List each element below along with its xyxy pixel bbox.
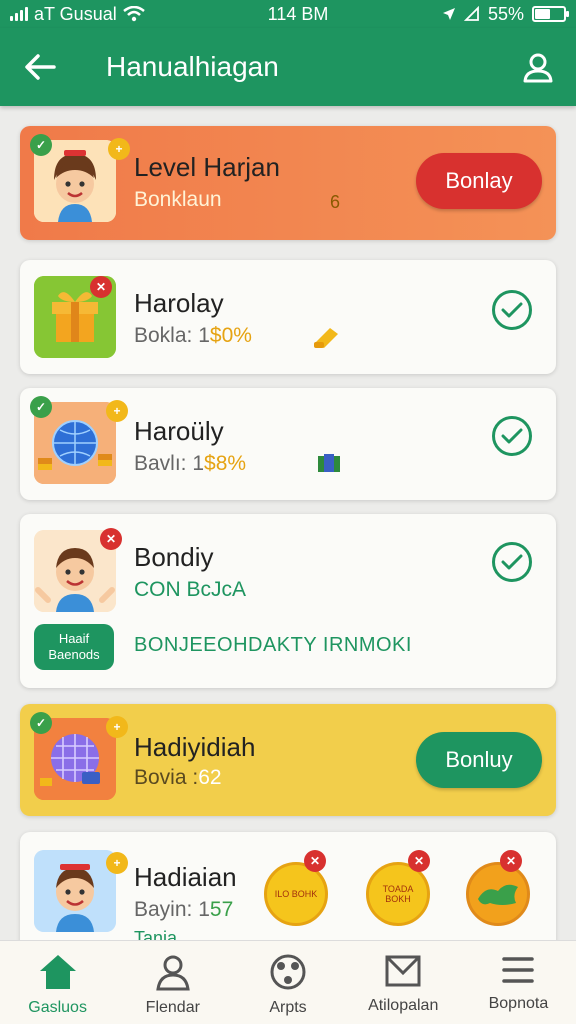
- tag-line: Baenods: [48, 647, 100, 662]
- challenge-card-expanded[interactable]: ✕ Bondiy CON BcJcA Haaif Baenods BONJEEO…: [20, 514, 556, 688]
- user-icon: [523, 53, 553, 83]
- coin-badge-icon: +: [108, 138, 130, 160]
- card-title: Bondiy: [134, 542, 214, 572]
- mail-icon: [385, 955, 421, 987]
- card-title: Hadiaian: [134, 862, 237, 892]
- person-icon: [156, 955, 190, 991]
- card-extra: 6: [330, 192, 341, 212]
- notification-badge-icon: ✕: [500, 850, 522, 872]
- tab-home[interactable]: Gasluos: [0, 941, 115, 1024]
- challenge-card[interactable]: ✓ + Haroüly Bavlı: 1$8%: [20, 388, 556, 500]
- tab-friends[interactable]: Flendar: [115, 941, 230, 1024]
- tab-more[interactable]: Bopnota: [461, 941, 576, 1024]
- signal-icon: [10, 7, 28, 21]
- completed-check-icon: [492, 290, 532, 330]
- location-icon: [442, 8, 455, 20]
- card-title: Hadiyidiah: [134, 732, 256, 762]
- completed-check-icon: [492, 542, 532, 582]
- page-title: Hanualhiagan: [106, 51, 279, 82]
- app-bar: Hanualhiagan: [0, 28, 576, 106]
- card-detail-text: BONJEEOHDAKTY IRNMOKI: [134, 634, 412, 656]
- boy-avatar-icon: [34, 850, 116, 932]
- tab-label: Arpts: [269, 999, 307, 1016]
- carrier-name: aT Gusual: [34, 3, 117, 24]
- arrow-left-icon: [25, 54, 56, 80]
- status-bar: aT Gusual 114 BM 55%: [0, 0, 576, 28]
- check-badge-icon: ✓: [30, 712, 52, 734]
- tag-badge[interactable]: Haaif Baenods: [34, 624, 114, 670]
- completed-check-icon: [492, 416, 532, 456]
- key-icon: [314, 328, 338, 348]
- card-subtitle: Bokla: 1$0%: [134, 324, 252, 347]
- claim-button[interactable]: Bonluy: [416, 732, 542, 788]
- coin-badge-icon: +: [106, 852, 128, 874]
- ball-icon: [270, 954, 306, 990]
- signal-strength-icon: [463, 6, 479, 21]
- home-icon: [39, 955, 76, 989]
- notification-badge-icon: ✕: [90, 276, 112, 298]
- card-title: Level Harjan: [134, 152, 280, 182]
- clock: 114 BM: [267, 3, 329, 24]
- check-badge-icon: ✓: [30, 396, 52, 418]
- card-subtitle: CON BcJcA: [134, 578, 247, 601]
- tab-messages[interactable]: Atilopalan: [346, 941, 461, 1024]
- card-title: Haroüly: [134, 416, 224, 446]
- bottom-tab-bar: Gasluos Flendar Arpts Atilopalan Bopnota: [0, 940, 576, 1024]
- card-subtitle: Bavlı: 1$8%: [134, 452, 247, 475]
- check-badge-icon: ✓: [30, 134, 52, 156]
- battery-icon: [532, 6, 569, 22]
- notification-badge-icon: ✕: [100, 528, 122, 550]
- tab-label: Flendar: [145, 999, 200, 1016]
- card-thumbnail: [34, 850, 116, 932]
- notification-badge-icon: ✕: [408, 850, 430, 872]
- reward-label: ILO BOHK: [274, 889, 318, 899]
- reward-label: TOADA BOKH: [382, 884, 414, 904]
- notification-badge-icon: ✕: [304, 850, 326, 872]
- profile-button[interactable]: [518, 47, 558, 87]
- card-subtitle: Bovia :62: [134, 766, 222, 789]
- claim-button[interactable]: Bonlay: [416, 153, 542, 209]
- card-subtitle: Bonklaun: [134, 188, 222, 211]
- reward-coin-icon[interactable]: ILO BOHK: [264, 862, 328, 926]
- back-button[interactable]: [20, 47, 60, 87]
- challenge-card-level[interactable]: ✓ + Level Harjan Bonklaun 6 Bonlay: [20, 126, 556, 240]
- card-title: Harolay: [134, 288, 224, 318]
- coin-badge-icon: +: [106, 716, 128, 738]
- challenge-card[interactable]: ✕ Harolay Bokla: 1$0%: [20, 260, 556, 374]
- tab-label: Atilopalan: [368, 997, 439, 1014]
- tag-line: Haaif: [58, 631, 90, 646]
- challenge-card-active[interactable]: ✓ + Hadiyidiah Bovia :62 Bonluy: [20, 704, 556, 816]
- money-icon: [318, 454, 340, 472]
- coin-badge-icon: +: [106, 400, 128, 422]
- tab-label: Gasluos: [28, 999, 87, 1016]
- reward-dragon-icon[interactable]: [466, 862, 530, 926]
- wifi-icon: [122, 6, 145, 22]
- menu-icon: [502, 957, 535, 983]
- tab-label: Bopnota: [488, 995, 549, 1012]
- tab-sports[interactable]: Arpts: [230, 941, 345, 1024]
- battery-percent: 55%: [487, 3, 524, 24]
- card-subtitle: Bayin: 157: [134, 898, 234, 921]
